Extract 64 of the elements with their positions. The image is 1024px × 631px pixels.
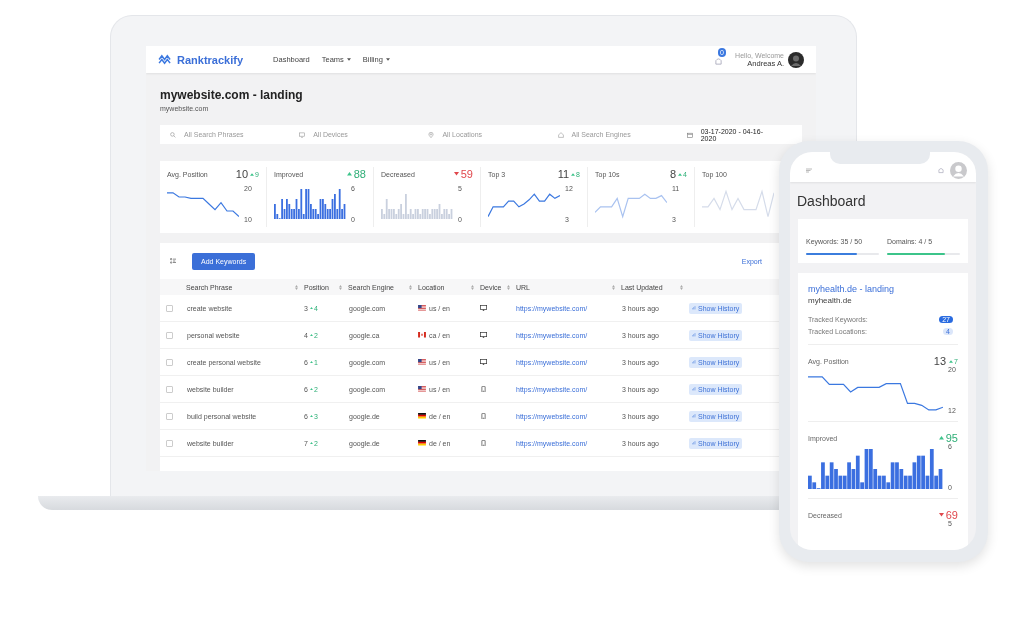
sort-icon[interactable] — [409, 284, 412, 290]
row-checkbox[interactable] — [166, 358, 173, 366]
stat-change: 95 — [945, 432, 958, 444]
bar-sparkline — [274, 189, 346, 219]
stat-change: 88 — [353, 168, 366, 180]
pin-icon — [428, 131, 435, 138]
up-arrow-icon — [309, 387, 313, 391]
avatar-icon[interactable] — [788, 51, 804, 68]
flag-icon — [418, 413, 426, 419]
stat-value: 11 — [557, 168, 570, 180]
sparkline — [167, 189, 239, 219]
sort-icon[interactable] — [680, 284, 683, 290]
project-title: mywebsite.com - landing — [160, 88, 304, 102]
row-checkbox[interactable] — [166, 304, 173, 312]
row-checkbox[interactable] — [166, 385, 173, 393]
monitor-icon — [299, 131, 306, 138]
monitor-icon — [480, 358, 487, 366]
page-title: Dashboard — [797, 193, 867, 209]
menu-icon[interactable] — [806, 167, 812, 173]
app-logo[interactable]: Ranktrackify — [177, 53, 244, 66]
bell-icon[interactable] — [715, 56, 723, 66]
calendar-icon — [686, 131, 693, 138]
bell-icon[interactable] — [938, 166, 944, 174]
stat-value: 8 — [669, 168, 677, 180]
flag-icon — [418, 386, 426, 392]
stat-change: 59 — [460, 168, 473, 180]
project-domain: myhealth.de — [808, 296, 853, 305]
bar-chart-icon — [692, 360, 696, 364]
flag-icon — [418, 305, 426, 311]
flag-icon — [418, 440, 426, 446]
smartphone-icon — [480, 385, 487, 393]
row-checkbox[interactable] — [166, 439, 173, 447]
list-icon[interactable] — [170, 258, 176, 264]
project-link[interactable]: myhealth.de - landing — [808, 284, 958, 294]
bar-chart-icon — [692, 306, 696, 310]
up-arrow-icon — [309, 414, 313, 418]
house-icon — [557, 131, 564, 138]
bar-chart-icon — [692, 441, 696, 445]
sort-icon[interactable] — [507, 284, 510, 290]
bar-chart-icon — [692, 333, 696, 337]
monitor-icon — [480, 304, 487, 312]
stat-value: 13 — [933, 355, 947, 367]
up-arrow-icon — [309, 333, 313, 337]
row-checkbox[interactable] — [166, 412, 173, 420]
up-arrow-icon — [309, 306, 313, 310]
up-arrow-icon — [309, 360, 313, 364]
sort-icon[interactable] — [471, 284, 474, 290]
sort-icon[interactable] — [339, 284, 342, 290]
sort-icon[interactable] — [612, 284, 615, 290]
row-checkbox[interactable] — [166, 331, 173, 339]
bar-chart-icon — [692, 387, 696, 391]
smartphone-icon — [480, 412, 487, 420]
smartphone-icon — [480, 439, 487, 447]
flag-icon — [418, 359, 426, 365]
up-arrow-icon — [309, 441, 313, 445]
stat-change: 69 — [945, 509, 958, 521]
bar-chart-icon — [692, 414, 696, 418]
monitor-icon — [480, 331, 487, 339]
stat-value: 10 — [235, 168, 249, 180]
flag-icon — [418, 332, 426, 338]
sort-icon[interactable] — [295, 284, 298, 290]
search-icon — [170, 131, 176, 138]
sparkline — [702, 189, 774, 219]
logo-icon — [158, 54, 173, 65]
